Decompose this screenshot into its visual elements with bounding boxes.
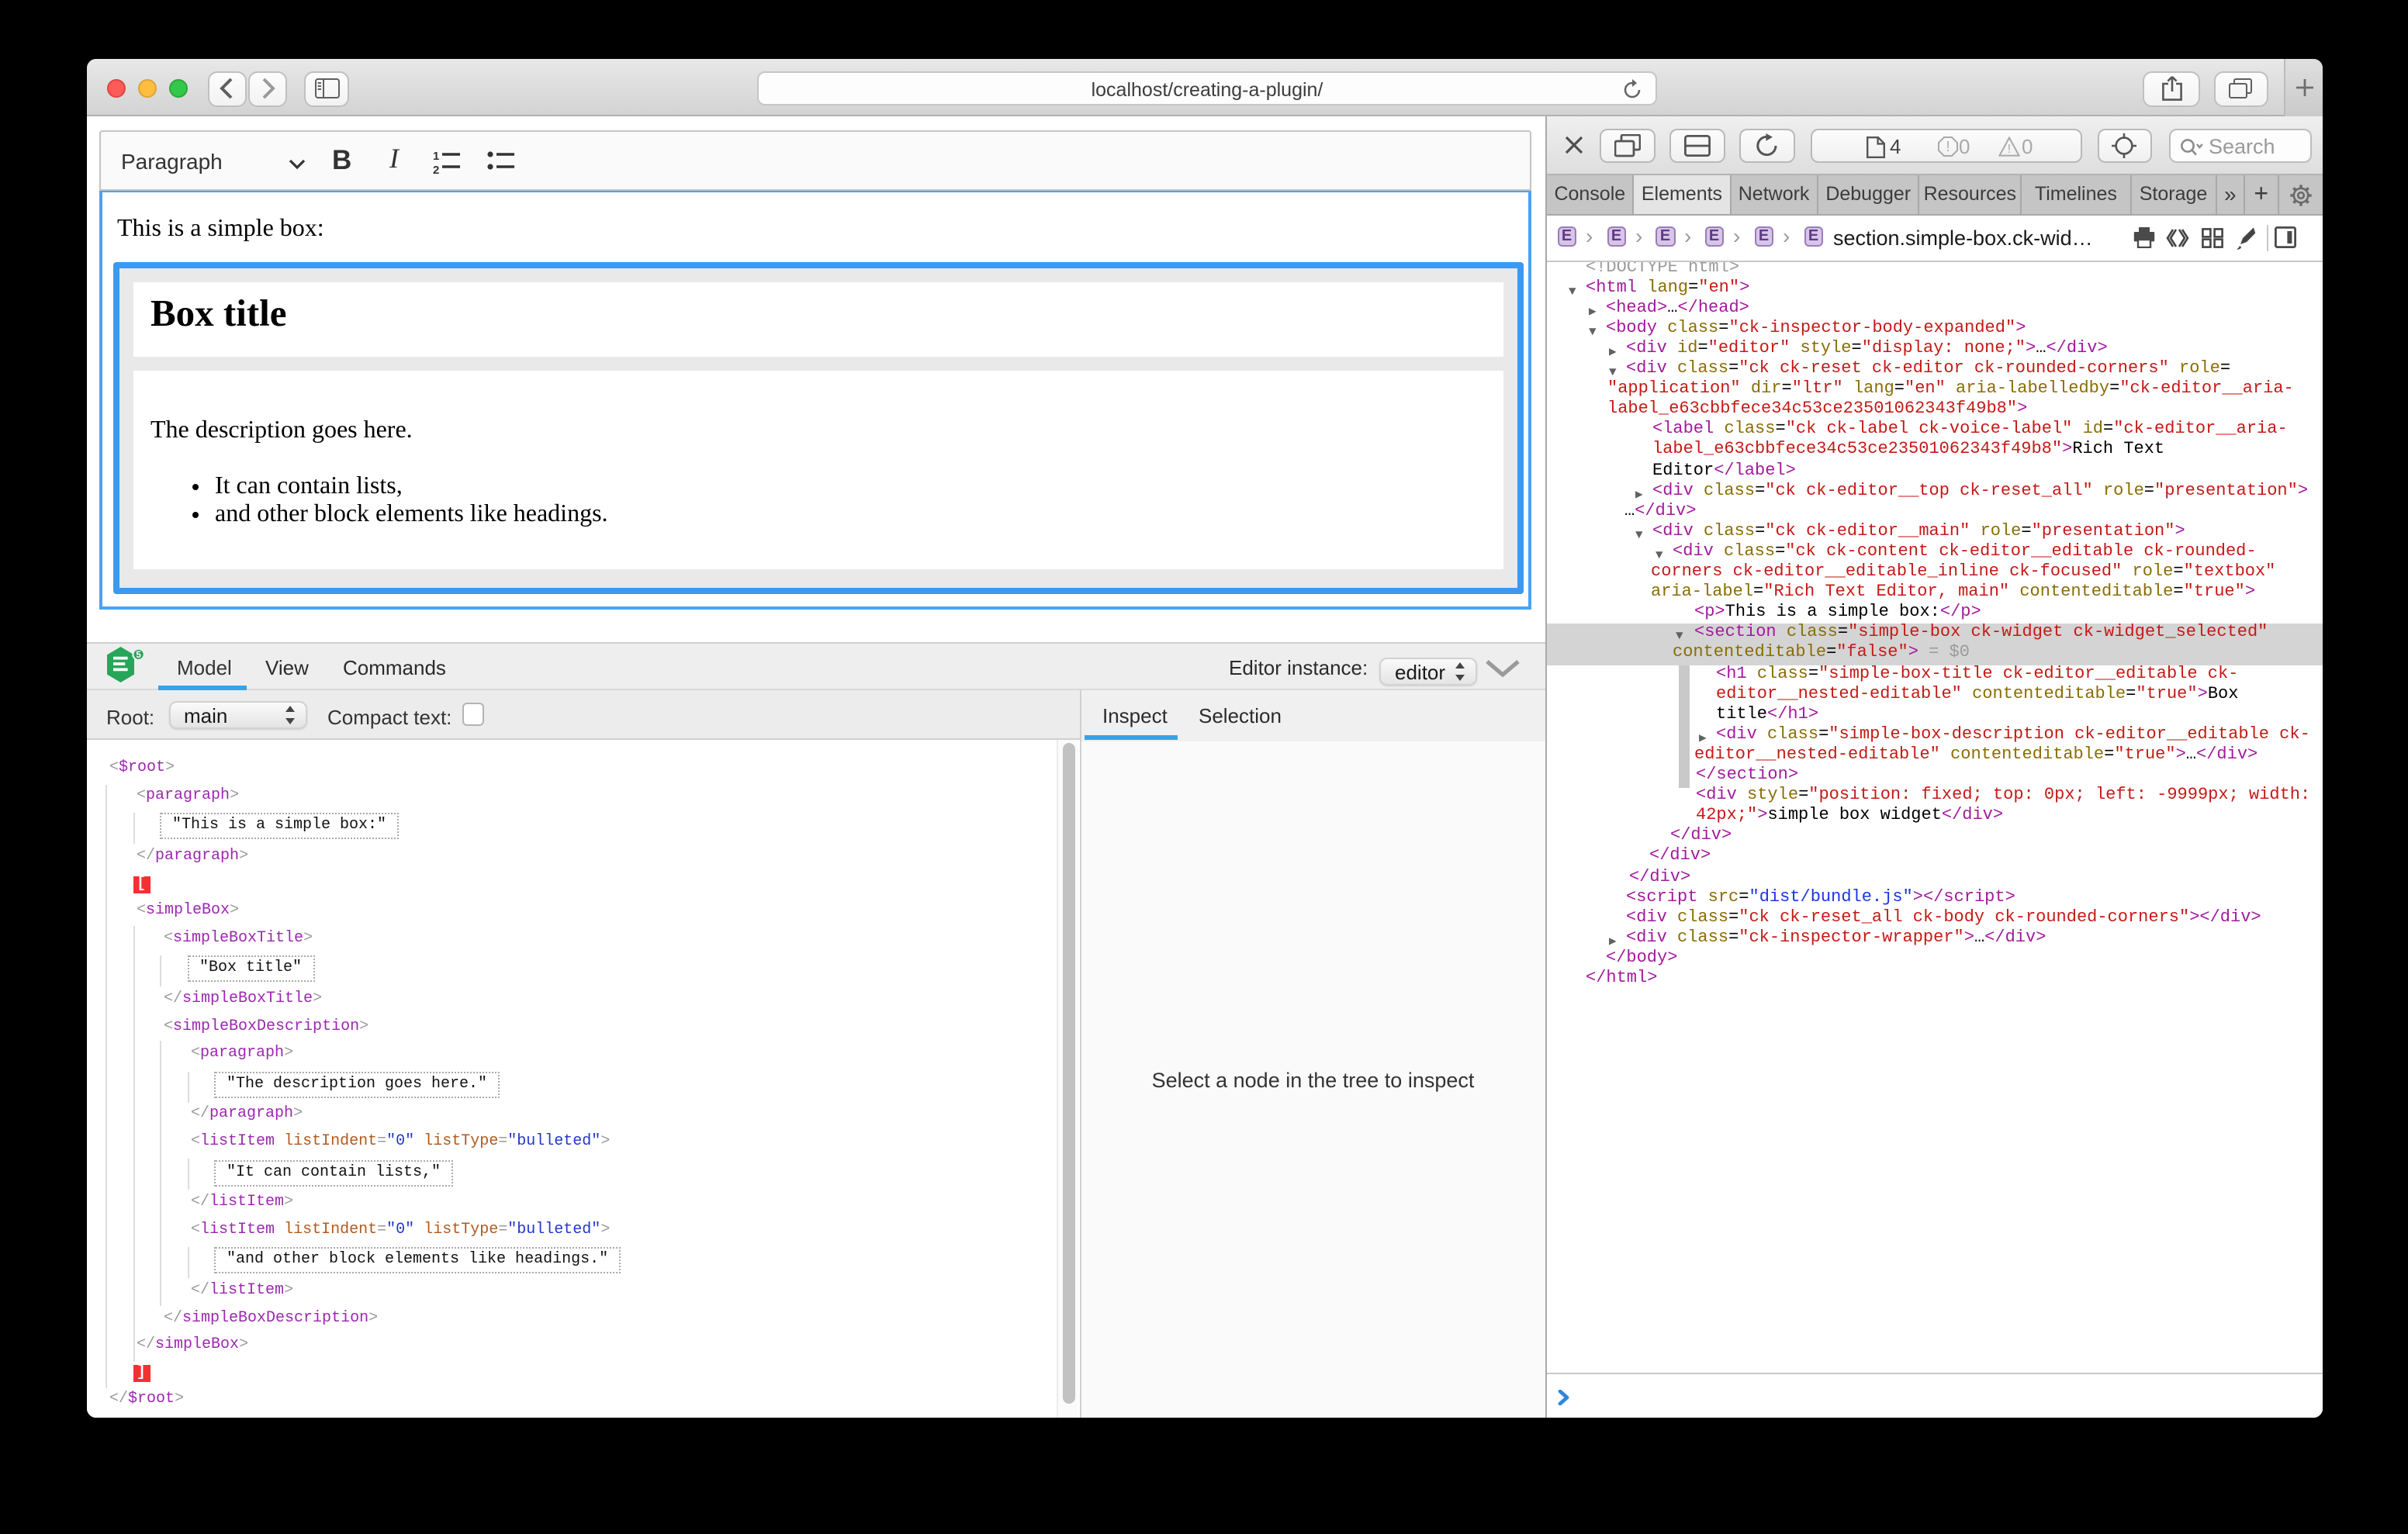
svg-text:!: ! [2008,143,2011,156]
svg-text:5: 5 [136,650,141,660]
svg-text:1: 1 [433,150,439,163]
svg-text:!: ! [1946,139,1950,154]
svg-text:2: 2 [433,164,439,174]
